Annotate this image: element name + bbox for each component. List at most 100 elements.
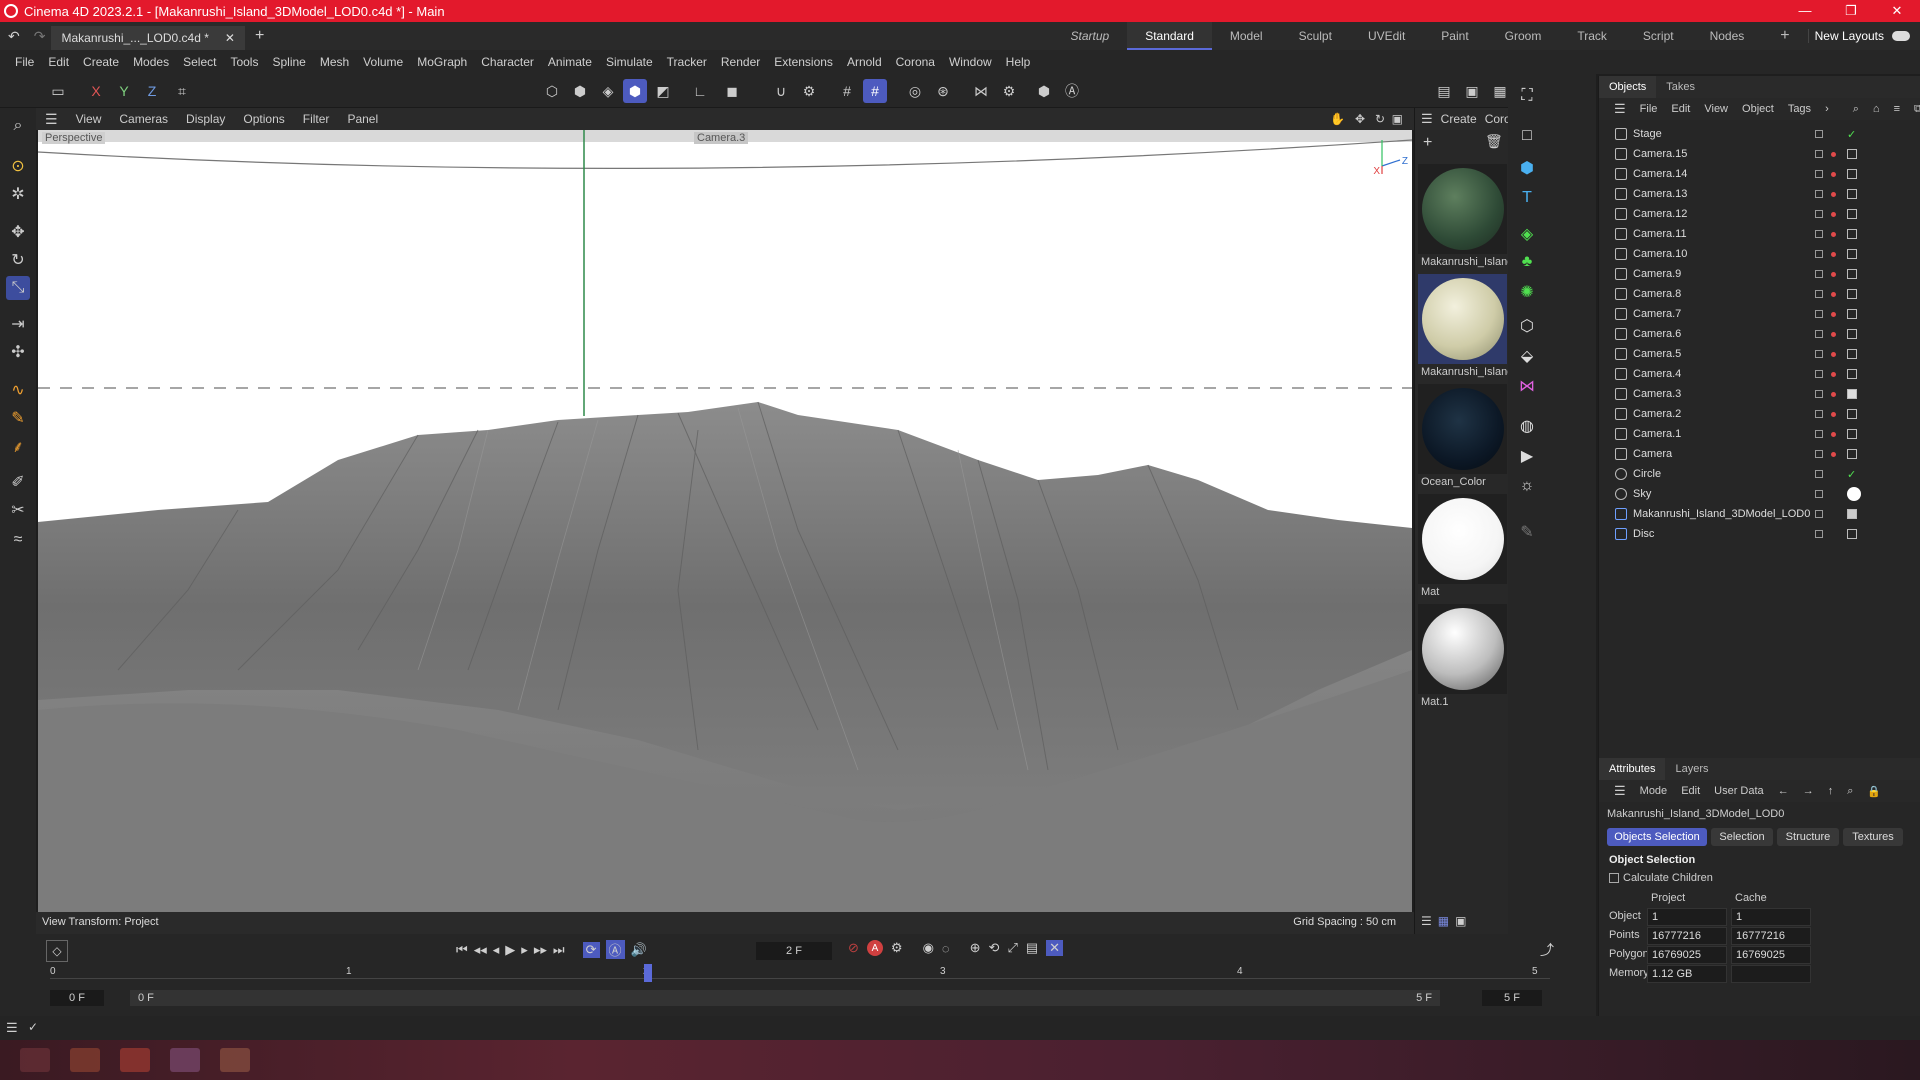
edges-mode-icon[interactable]: ⬢ [568,79,592,103]
render-dot[interactable] [1831,151,1836,157]
snap-icon[interactable]: ∪ [769,79,793,103]
tag-icon[interactable]: ✎ [1515,520,1539,544]
camera-tag-icon[interactable] [1847,229,1857,239]
camera-tag-icon[interactable] [1847,349,1857,359]
minimize-button[interactable]: — [1782,0,1828,22]
enabled-check-icon[interactable]: ✓ [1847,128,1856,141]
menu-tools[interactable]: Tools [223,55,265,69]
coordinate-system-icon[interactable]: ⌗ [170,79,194,103]
playhead[interactable] [644,964,653,982]
render-dot[interactable] [1831,411,1836,417]
menu-simulate[interactable]: Simulate [599,55,660,69]
visibility-toggle[interactable] [1815,430,1823,438]
object-row-camera[interactable]: Camera.11 [1599,224,1920,244]
new-window-icon[interactable]: ⧉ [1907,103,1920,116]
camera-tag-icon[interactable] [1847,269,1857,279]
key-param-icon[interactable]: ⟲ [989,940,1000,956]
menu-corona[interactable]: Corona [889,55,942,69]
timeline-ruler[interactable]: 0 1 2 3 4 5 [50,964,1550,984]
tweak-tool-icon[interactable]: ✲ [6,182,30,206]
objects-menu-file[interactable]: File [1633,103,1665,115]
menu-window[interactable]: Window [942,55,999,69]
visibility-toggle[interactable] [1815,210,1823,218]
close-window-button[interactable]: ✕ [1874,0,1920,22]
keyframe-mode-icon[interactable]: ◇ [46,940,68,962]
object-row-circle[interactable]: Circle ✓ [1599,464,1920,484]
visibility-toggle[interactable] [1815,150,1823,158]
subtab-objects-selection[interactable]: Objects Selection [1607,828,1707,846]
render-dot[interactable] [1831,171,1836,177]
taskbar-app-icon[interactable] [170,1048,200,1072]
visibility-toggle[interactable] [1815,370,1823,378]
list-view-icon[interactable]: ☰ [1421,914,1432,928]
workplane-icon[interactable]: # [863,79,887,103]
soft-selection-icon[interactable]: ◎ [903,79,927,103]
tab-attributes[interactable]: Attributes [1599,758,1666,780]
render-dot[interactable] [1831,351,1836,357]
object-row-camera[interactable]: Camera.2 [1599,404,1920,424]
layout-paint[interactable]: Paint [1423,22,1486,50]
axis-mode-icon[interactable]: ∟ [688,79,712,103]
menu-create[interactable]: Create [76,55,126,69]
active-camera-label[interactable]: Camera.3 [694,132,749,144]
menu-mesh[interactable]: Mesh [313,55,356,69]
menu-help[interactable]: Help [999,55,1038,69]
object-row-disc[interactable]: Disc [1599,524,1920,544]
move-tool-icon[interactable]: ✥ [6,220,30,244]
visibility-toggle[interactable] [1815,230,1823,238]
back-arrow-icon[interactable]: ← [1771,785,1796,797]
effector-icon[interactable]: ✺ [1515,280,1539,304]
render-dot[interactable] [1831,311,1836,317]
key-rotation-icon[interactable]: ◌ [942,941,950,956]
previous-key-icon[interactable]: ◂◂ [474,942,487,958]
key-pla-icon[interactable]: ⤢ [1007,940,1017,956]
3d-viewport[interactable]: Perspective Camera.3 Z X [38,130,1412,912]
enabled-check-icon[interactable]: ✓ [1847,468,1856,481]
material-swatch[interactable]: Ocean_Color [1418,384,1507,488]
render-dot[interactable] [1831,391,1836,397]
object-row-camera[interactable]: Camera.13 [1599,184,1920,204]
light-icon[interactable]: ☼ [1515,474,1539,498]
object-row-camera[interactable]: Camera.7 [1599,304,1920,324]
camera-tag-icon[interactable] [1847,409,1857,419]
max-time-field[interactable]: 5 F [1482,990,1542,1006]
menu-render[interactable]: Render [714,55,767,69]
visibility-toggle[interactable] [1815,290,1823,298]
visibility-toggle[interactable] [1815,270,1823,278]
polygons-mode-icon[interactable]: ◈ [596,79,620,103]
visibility-toggle[interactable] [1815,450,1823,458]
maximize-button[interactable]: ❐ [1828,0,1874,22]
objects-menu-edit[interactable]: Edit [1664,103,1697,115]
spline-smooth-icon[interactable]: ⸙ [6,434,30,458]
material-swatch-selected[interactable]: Makanrushi_Island [1418,274,1511,378]
visibility-toggle[interactable] [1815,170,1823,178]
render-dot[interactable] [1831,191,1836,197]
new-layouts-label[interactable]: New Layouts [1807,29,1884,43]
object-row-sky[interactable]: Sky [1599,484,1920,504]
text-object-icon[interactable]: T [1515,186,1539,210]
visibility-toggle[interactable] [1815,190,1823,198]
object-row-island[interactable]: Makanrushi_Island_3DModel_LOD0 [1599,504,1920,524]
attributes-menu-mode[interactable]: Mode [1633,785,1675,797]
menu-edit[interactable]: Edit [41,55,76,69]
menu-animate[interactable]: Animate [541,55,599,69]
transfer-tool-icon[interactable]: ⇥ [6,312,30,336]
uv-mode-icon[interactable]: ◩ [651,79,675,103]
taskbar-app-icon[interactable] [220,1048,250,1072]
redo-icon[interactable]: ↷ [28,28,52,45]
current-frame-field[interactable]: 2 F [756,942,832,960]
layout-uvedit[interactable]: UVEdit [1350,22,1423,50]
key-layer-icon[interactable]: ▤ [1026,940,1038,956]
grid-icon[interactable]: # [835,79,859,103]
objects-hamburger-icon[interactable]: ☰ [1607,101,1633,117]
objects-menu-view[interactable]: View [1697,103,1735,115]
range-slider[interactable]: 0 F 5 F [130,990,1440,1006]
search-attributes-icon[interactable]: ⌕ [1840,785,1860,798]
render-dot[interactable] [1831,251,1836,257]
visibility-toggle[interactable] [1815,530,1823,538]
primitive-cube-icon[interactable]: ⬢ [1515,156,1539,180]
render-dot[interactable] [1831,211,1836,217]
viewport-solo-icon[interactable]: ▭ [46,79,70,103]
visibility-toggle[interactable] [1815,250,1823,258]
go-to-start-icon[interactable]: ⏮ [456,942,468,958]
